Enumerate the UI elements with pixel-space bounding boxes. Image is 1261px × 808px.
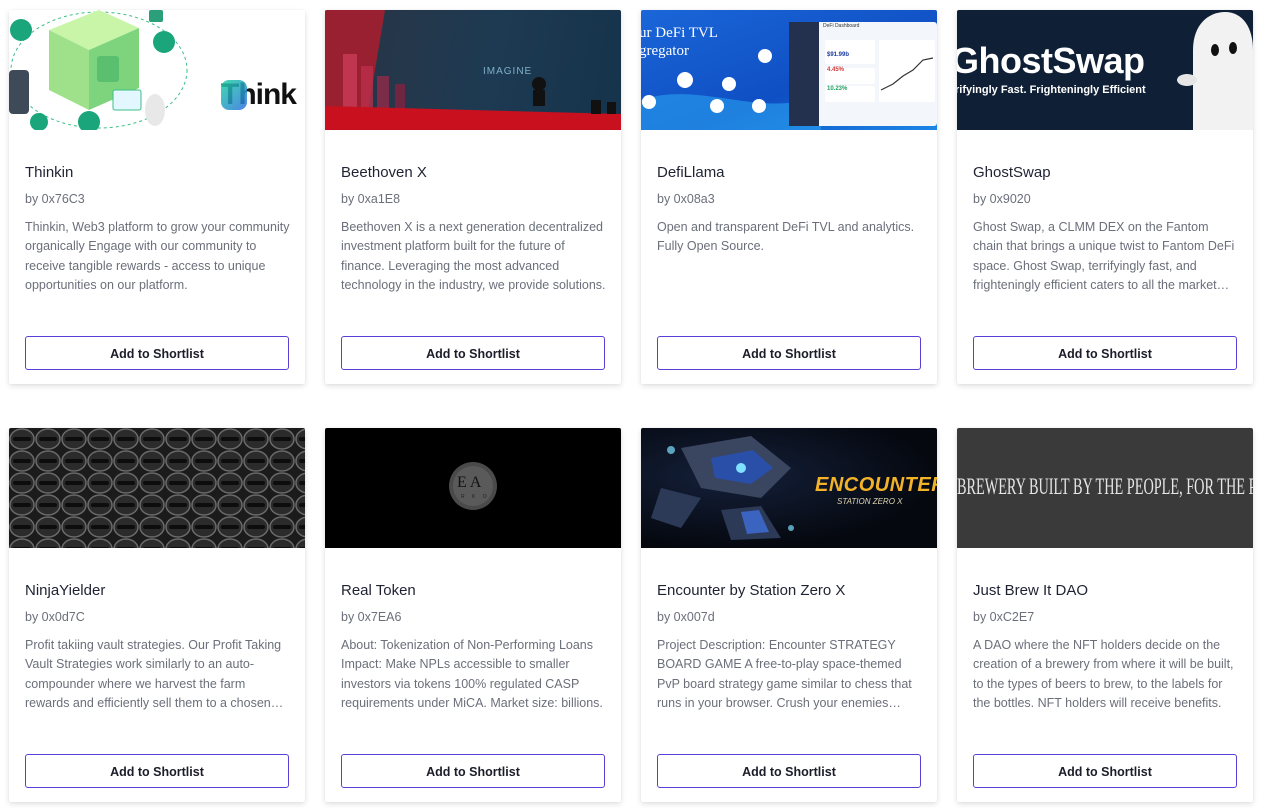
card-description: Open and transparent DeFi TVL and analyt…	[657, 220, 915, 254]
project-card-encounter[interactable]: ENCOUNTER STATION ZERO X Encounter by St…	[641, 428, 937, 802]
project-card-thinkin[interactable]: Think Thinkin by 0x76C3 Thinkin, Web3 pl…	[9, 10, 305, 384]
card-banner-image: ENCOUNTER STATION ZERO X	[641, 428, 937, 548]
card-title[interactable]: Thinkin	[25, 164, 73, 181]
card-author: by 0xC2E7	[973, 610, 1035, 624]
card-title[interactable]: NinjaYielder	[25, 582, 105, 599]
card-banner-image: E A R K O	[325, 428, 621, 548]
card-title[interactable]: DefiLlama	[657, 164, 725, 181]
card-description: Beethoven X is a next generation decentr…	[341, 220, 606, 293]
card-description: About: Tokenization of Non-Performing Lo…	[341, 638, 603, 711]
card-author: by 0x007d	[657, 610, 715, 624]
card-banner-image: GhostSwap rifyingly Fast. Frighteningly …	[957, 10, 1253, 130]
card-description: A DAO where the NFT holders decide on th…	[973, 638, 1234, 711]
card-author: by 0x08a3	[657, 192, 715, 206]
card-description: Project Description: Encounter STRATEGY …	[657, 638, 912, 711]
card-author: by 0x9020	[973, 192, 1031, 206]
project-card-ghostswap[interactable]: GhostSwap rifyingly Fast. Frighteningly …	[957, 10, 1253, 384]
add-to-shortlist-button[interactable]: Add to Shortlist	[25, 754, 289, 788]
banner-tagline: rifyingly Fast. Frighteningly Efficient	[957, 84, 1146, 96]
card-title[interactable]: Beethoven X	[341, 164, 427, 181]
project-card-real-token[interactable]: E A R K O Real Token by 0x7EA6 About: To…	[325, 428, 621, 802]
card-banner-image: ur DeFi TVL gregator DeFi Dashboard $91.…	[641, 10, 937, 130]
add-to-shortlist-button[interactable]: Add to Shortlist	[657, 754, 921, 788]
card-title[interactable]: Encounter by Station Zero X	[657, 582, 845, 599]
add-to-shortlist-button[interactable]: Add to Shortlist	[657, 336, 921, 370]
card-description: Ghost Swap, a CLMM DEX on the Fantom cha…	[973, 220, 1235, 293]
banner-headline: ur DeFi TVL gregator	[641, 25, 718, 59]
dashboard-tvl-value: $91.99b	[827, 52, 850, 58]
thinkin-logo-icon	[221, 80, 247, 110]
card-title[interactable]: GhostSwap	[973, 164, 1051, 181]
dashboard-change-value: 4.45%	[827, 67, 845, 73]
card-banner-image: Think	[9, 10, 305, 130]
add-to-shortlist-button[interactable]: Add to Shortlist	[341, 336, 605, 370]
card-banner-image: IMAGINE	[325, 10, 621, 130]
card-banner-image: BREWERY BUILT BY THE PEOPLE, FOR THE PEO…	[957, 428, 1253, 548]
banner-logo-text: ENCOUNTER	[815, 474, 937, 496]
banner-logo-text: E A	[457, 474, 482, 491]
card-author: by 0xa1E8	[341, 192, 401, 206]
card-author: by 0x0d7C	[25, 610, 85, 624]
add-to-shortlist-button[interactable]: Add to Shortlist	[973, 754, 1237, 788]
card-title[interactable]: Just Brew It DAO	[973, 582, 1088, 599]
card-author: by 0x76C3	[25, 192, 85, 206]
project-card-ninjayielder[interactable]: NinjaYielder by 0x0d7C Profit takiing va…	[9, 428, 305, 802]
card-description: Profit takiing vault strategies. Our Pro…	[25, 638, 282, 711]
banner-logo-subtext: R K O	[461, 494, 490, 500]
add-to-shortlist-button[interactable]: Add to Shortlist	[973, 336, 1237, 370]
dashboard-dominance-value: 10.23%	[827, 86, 848, 92]
banner-slogan: BREWERY BUILT BY THE PEOPLE, FOR THE PEO…	[957, 474, 1253, 499]
project-card-just-brew-it-dao[interactable]: BREWERY BUILT BY THE PEOPLE, FOR THE PEO…	[957, 428, 1253, 802]
card-banner-image	[9, 428, 305, 548]
dashboard-title: DeFi Dashboard	[823, 23, 860, 29]
project-card-beethoven-x[interactable]: IMAGINE Beethoven X by 0xa1E8 Beethoven …	[325, 10, 621, 384]
add-to-shortlist-button[interactable]: Add to Shortlist	[341, 754, 605, 788]
banner-logo-subtext: STATION ZERO X	[837, 497, 903, 506]
card-author: by 0x7EA6	[341, 610, 402, 624]
project-card-defillama[interactable]: ur DeFi TVL gregator DeFi Dashboard $91.…	[641, 10, 937, 384]
banner-caption: IMAGINE	[483, 66, 533, 77]
add-to-shortlist-button[interactable]: Add to Shortlist	[25, 336, 289, 370]
card-title[interactable]: Real Token	[341, 582, 416, 599]
card-description: Thinkin, Web3 platform to grow your comm…	[25, 220, 290, 293]
banner-logo-text: GhostSwap	[957, 40, 1145, 81]
